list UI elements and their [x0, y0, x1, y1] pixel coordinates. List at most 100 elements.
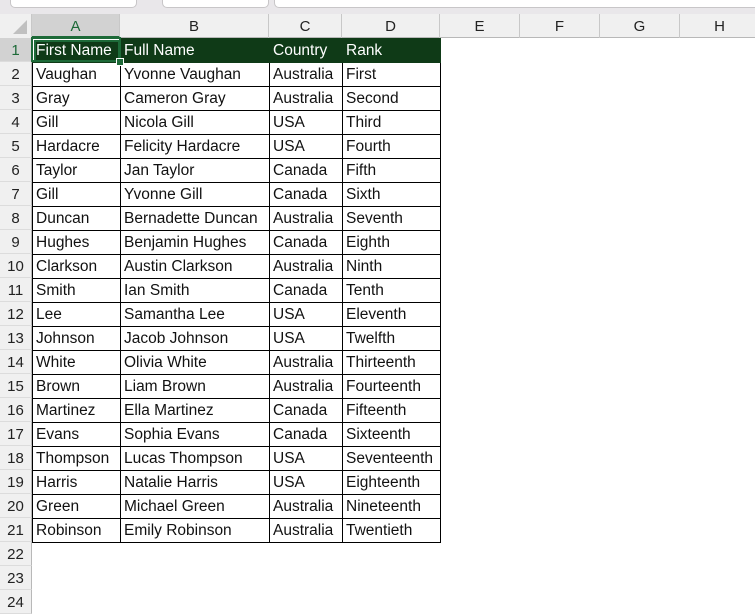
cell-rank[interactable]: Fifth [342, 158, 441, 183]
cell-full-name[interactable]: Liam Brown [120, 374, 270, 399]
cell-country[interactable]: Australia [269, 62, 343, 87]
row-header-23[interactable]: 23 [0, 566, 32, 590]
cell-first-name[interactable]: Clarkson [32, 254, 121, 279]
cell-first-name[interactable]: Evans [32, 422, 121, 447]
row-header-17[interactable]: 17 [0, 422, 32, 446]
cell-rank[interactable]: Fifteenth [342, 398, 441, 423]
row-header-16[interactable]: 16 [0, 398, 32, 422]
formula-bar[interactable] [274, 0, 755, 8]
cell-full-name[interactable]: Olivia White [120, 350, 270, 375]
cell-full-name[interactable]: Natalie Harris [120, 470, 270, 495]
cell-country[interactable]: Australia [269, 206, 343, 231]
cell-country[interactable]: Australia [269, 374, 343, 399]
cell-full-name[interactable]: Lucas Thompson [120, 446, 270, 471]
row-header-12[interactable]: 12 [0, 302, 32, 326]
header-cell-country[interactable]: Country [269, 38, 343, 63]
row-header-14[interactable]: 14 [0, 350, 32, 374]
cell-full-name[interactable]: Felicity Hardacre [120, 134, 270, 159]
row-header-24[interactable]: 24 [0, 590, 32, 614]
cell-rank[interactable]: Eighteenth [342, 470, 441, 495]
cell-country[interactable]: Australia [269, 494, 343, 519]
column-header-h[interactable]: H [680, 14, 755, 38]
row-header-13[interactable]: 13 [0, 326, 32, 350]
fill-handle[interactable] [116, 58, 124, 66]
row-header-2[interactable]: 2 [0, 62, 32, 86]
cell-first-name[interactable]: Duncan [32, 206, 121, 231]
cell-first-name[interactable]: Taylor [32, 158, 121, 183]
cell-first-name[interactable]: Gill [32, 182, 121, 207]
cell-first-name[interactable]: Hughes [32, 230, 121, 255]
row-header-11[interactable]: 11 [0, 278, 32, 302]
cell-first-name[interactable]: Hardacre [32, 134, 121, 159]
cell-full-name[interactable]: Austin Clarkson [120, 254, 270, 279]
row-header-6[interactable]: 6 [0, 158, 32, 182]
cell-full-name[interactable]: Cameron Gray [120, 86, 270, 111]
cell-rank[interactable]: Twelfth [342, 326, 441, 351]
row-header-15[interactable]: 15 [0, 374, 32, 398]
cell-country[interactable]: USA [269, 470, 343, 495]
cell-full-name[interactable]: Jacob Johnson [120, 326, 270, 351]
cell-full-name[interactable]: Jan Taylor [120, 158, 270, 183]
column-header-f[interactable]: F [520, 14, 600, 38]
header-cell-first-name[interactable]: First Name [32, 38, 121, 63]
cell-country[interactable]: Canada [269, 182, 343, 207]
cell-full-name[interactable]: Samantha Lee [120, 302, 270, 327]
cell-full-name[interactable]: Nicola Gill [120, 110, 270, 135]
cell-rank[interactable]: Thirteenth [342, 350, 441, 375]
cell-country[interactable]: Australia [269, 86, 343, 111]
cell-rank[interactable]: First [342, 62, 441, 87]
cell-country[interactable]: Canada [269, 422, 343, 447]
row-header-1[interactable]: 1 [0, 38, 32, 62]
cell-first-name[interactable]: Thompson [32, 446, 121, 471]
header-cell-full-name[interactable]: Full Name [120, 38, 270, 63]
row-header-19[interactable]: 19 [0, 470, 32, 494]
cell-rank[interactable]: Sixth [342, 182, 441, 207]
cell-first-name[interactable]: Harris [32, 470, 121, 495]
row-header-9[interactable]: 9 [0, 230, 32, 254]
cell-rank[interactable]: Twentieth [342, 518, 441, 543]
cell-country[interactable]: Australia [269, 254, 343, 279]
header-cell-rank[interactable]: Rank [342, 38, 441, 63]
cell-first-name[interactable]: White [32, 350, 121, 375]
column-header-a[interactable]: A [32, 14, 120, 38]
cell-rank[interactable]: Fourteenth [342, 374, 441, 399]
cell-country[interactable]: USA [269, 110, 343, 135]
row-header-20[interactable]: 20 [0, 494, 32, 518]
cell-rank[interactable]: Third [342, 110, 441, 135]
column-header-d[interactable]: D [342, 14, 440, 38]
cell-first-name[interactable]: Lee [32, 302, 121, 327]
row-header-5[interactable]: 5 [0, 134, 32, 158]
cell-rank[interactable]: Seventeenth [342, 446, 441, 471]
cell-rank[interactable]: Tenth [342, 278, 441, 303]
cell-country[interactable]: USA [269, 302, 343, 327]
cell-full-name[interactable]: Ella Martinez [120, 398, 270, 423]
cell-full-name[interactable]: Sophia Evans [120, 422, 270, 447]
cell-country[interactable]: USA [269, 446, 343, 471]
cell-country[interactable]: Canada [269, 230, 343, 255]
cell-country[interactable]: Canada [269, 398, 343, 423]
row-header-4[interactable]: 4 [0, 110, 32, 134]
name-box[interactable] [10, 0, 137, 8]
select-all-button[interactable] [0, 14, 32, 38]
column-header-g[interactable]: G [600, 14, 680, 38]
function-box[interactable] [162, 0, 269, 8]
row-header-3[interactable]: 3 [0, 86, 32, 110]
cell-first-name[interactable]: Green [32, 494, 121, 519]
row-header-18[interactable]: 18 [0, 446, 32, 470]
cell-rank[interactable]: Eleventh [342, 302, 441, 327]
column-header-b[interactable]: B [120, 14, 269, 38]
cell-full-name[interactable]: Bernadette Duncan [120, 206, 270, 231]
cell-full-name[interactable]: Yvonne Vaughan [120, 62, 270, 87]
cell-rank[interactable]: Nineteenth [342, 494, 441, 519]
row-header-21[interactable]: 21 [0, 518, 32, 542]
cell-country[interactable]: Canada [269, 158, 343, 183]
cell-rank[interactable]: Fourth [342, 134, 441, 159]
row-header-10[interactable]: 10 [0, 254, 32, 278]
cell-country[interactable]: Australia [269, 518, 343, 543]
cell-full-name[interactable]: Michael Green [120, 494, 270, 519]
cell-country[interactable]: USA [269, 326, 343, 351]
cell-country[interactable]: USA [269, 134, 343, 159]
cell-full-name[interactable]: Benjamin Hughes [120, 230, 270, 255]
row-header-8[interactable]: 8 [0, 206, 32, 230]
cell-rank[interactable]: Ninth [342, 254, 441, 279]
